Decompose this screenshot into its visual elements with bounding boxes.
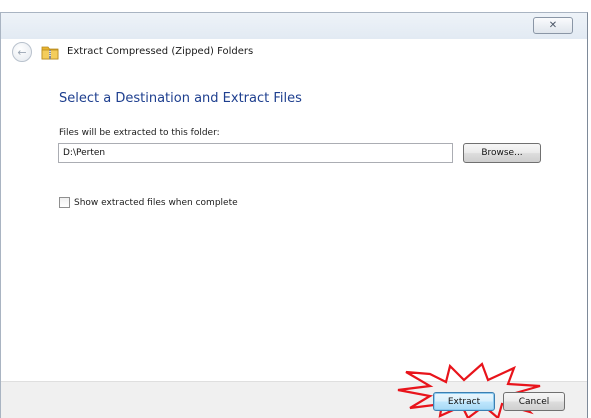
browse-button[interactable]: Browse...	[463, 143, 541, 163]
destination-label: Files will be extracted to this folder:	[59, 128, 220, 138]
back-button[interactable]: ←	[12, 42, 32, 62]
back-arrow-icon: ←	[17, 45, 27, 59]
close-icon: ✕	[548, 19, 558, 31]
show-files-checkbox-label: Show extracted files when complete	[74, 197, 238, 208]
cancel-button[interactable]: Cancel	[503, 392, 565, 411]
zip-folder-icon	[41, 46, 59, 60]
dialog-window: ✕ ← Extract Compressed (Zipped) Folders …	[0, 12, 588, 418]
show-files-checkbox[interactable]	[59, 197, 70, 208]
show-files-checkbox-row[interactable]: Show extracted files when complete	[59, 197, 238, 208]
destination-path-input[interactable]	[58, 143, 453, 163]
extract-button[interactable]: Extract	[433, 392, 495, 411]
title-bar: ✕	[1, 13, 587, 39]
page-heading: Select a Destination and Extract Files	[59, 91, 302, 106]
nav-row: ← Extract Compressed (Zipped) Folders	[1, 39, 587, 65]
page: ✕ ← Extract Compressed (Zipped) Folders …	[0, 0, 591, 418]
close-button[interactable]: ✕	[533, 17, 573, 34]
dialog-content: Select a Destination and Extract Files F…	[1, 65, 587, 381]
dialog-title: Extract Compressed (Zipped) Folders	[67, 46, 254, 57]
